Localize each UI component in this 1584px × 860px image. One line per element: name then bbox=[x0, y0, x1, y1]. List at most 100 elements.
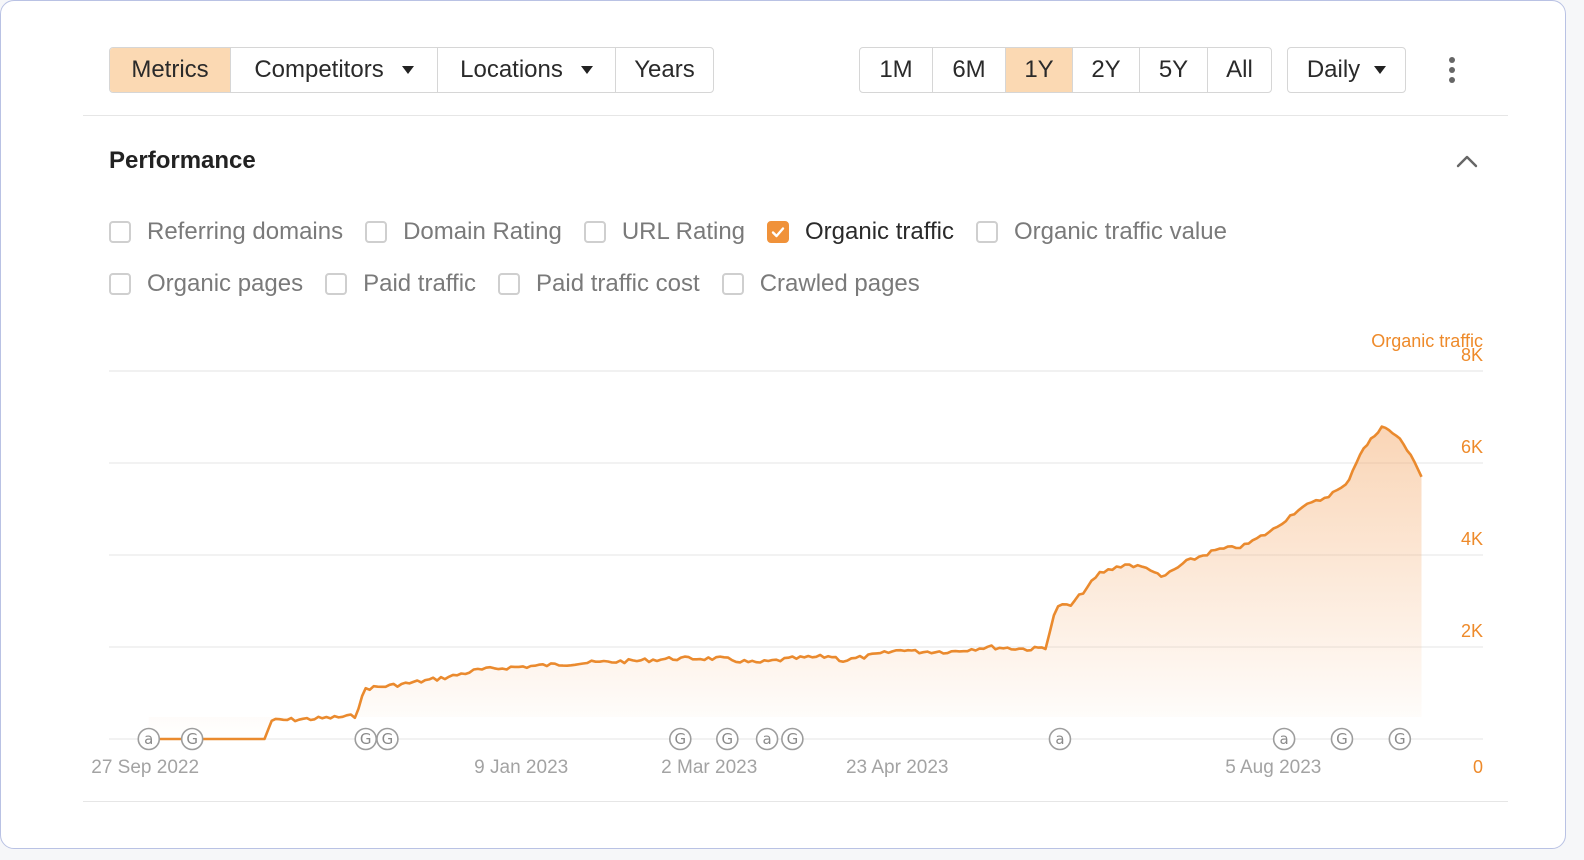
range-6m-button[interactable]: 6M bbox=[933, 48, 1006, 92]
marker-symbol: G bbox=[360, 730, 372, 748]
marker-symbol: G bbox=[1336, 730, 1348, 748]
kebab-dot bbox=[1449, 77, 1455, 83]
tab-label: Locations bbox=[460, 56, 563, 83]
google-update-marker: G bbox=[1388, 727, 1412, 751]
range-1m-button[interactable]: 1M bbox=[860, 48, 933, 92]
metric-label: Crawled pages bbox=[759, 270, 920, 297]
metric-options-row-1: Referring domains Domain Rating URL Rati… bbox=[109, 216, 1249, 248]
metric-url-rating[interactable]: URL Rating bbox=[583, 218, 746, 246]
tab-metrics[interactable]: Metrics bbox=[110, 48, 231, 92]
checkbox[interactable] bbox=[767, 221, 790, 243]
y-tick-label: 6K bbox=[1461, 437, 1483, 457]
marker-symbol: G bbox=[674, 730, 686, 748]
google-update-marker: G bbox=[376, 727, 399, 751]
google-update-marker: G bbox=[715, 727, 739, 751]
range-label: 2Y bbox=[1091, 56, 1121, 83]
metric-label: Organic pages bbox=[147, 270, 304, 297]
tab-years[interactable]: Years bbox=[616, 48, 713, 92]
range-label: 1Y bbox=[1024, 56, 1054, 83]
interval-dropdown[interactable]: Daily bbox=[1287, 47, 1406, 93]
y-tick-label: 2K bbox=[1461, 621, 1483, 641]
checkbox[interactable] bbox=[365, 221, 388, 243]
range-1y-button[interactable]: 1Y bbox=[1006, 48, 1073, 92]
caret-down-icon bbox=[1374, 66, 1387, 74]
google-update-marker: G bbox=[354, 727, 378, 751]
marker-symbol: a bbox=[144, 730, 153, 748]
caret-down-icon bbox=[580, 66, 593, 74]
marker-symbol: a bbox=[1280, 730, 1289, 748]
metric-paid-traffic[interactable]: Paid traffic bbox=[325, 270, 476, 298]
checkbox[interactable] bbox=[583, 221, 606, 243]
x-tick-label: 9 Jan 2023 bbox=[474, 757, 568, 778]
range-5y-button[interactable]: 5Y bbox=[1140, 48, 1208, 92]
x-tick-label: 23 Apr 2023 bbox=[846, 757, 948, 778]
range-label: 6M bbox=[952, 56, 986, 83]
metric-label: Domain Rating bbox=[403, 218, 562, 245]
series-area bbox=[148, 426, 1422, 739]
check-icon bbox=[771, 227, 785, 238]
y-tick-label: 4K bbox=[1461, 529, 1483, 549]
annotation-marker: a bbox=[1272, 727, 1296, 751]
range-2y-button[interactable]: 2Y bbox=[1073, 48, 1140, 92]
divider bbox=[83, 801, 1508, 802]
performance-card: Metrics Competitors Locations Years 1M 6… bbox=[0, 0, 1566, 849]
view-tabs: Metrics Competitors Locations Years bbox=[109, 47, 714, 93]
x-tick-label: 2 Mar 2023 bbox=[661, 757, 757, 778]
checkbox[interactable] bbox=[975, 221, 998, 243]
marker-symbol: a bbox=[1055, 730, 1064, 748]
metric-organic-traffic[interactable]: Organic traffic bbox=[767, 218, 954, 246]
x-tick-label: 27 Sep 2022 bbox=[91, 757, 199, 778]
chevron-up-icon[interactable] bbox=[1453, 149, 1481, 173]
range-label: All bbox=[1226, 56, 1253, 83]
marker-symbol: G bbox=[186, 730, 198, 748]
range-all-button[interactable]: All bbox=[1208, 48, 1271, 92]
metric-organic-pages[interactable]: Organic pages bbox=[109, 270, 303, 298]
kebab-dot bbox=[1449, 57, 1455, 63]
metric-crawled-pages[interactable]: Crawled pages bbox=[721, 270, 920, 298]
divider bbox=[83, 115, 1508, 116]
metric-domain-rating[interactable]: Domain Rating bbox=[365, 218, 562, 246]
google-update-marker: G bbox=[180, 727, 204, 751]
tab-label: Metrics bbox=[131, 56, 209, 83]
metric-label: Paid traffic cost bbox=[536, 270, 700, 297]
checkbox[interactable] bbox=[498, 273, 521, 295]
metric-label: URL Rating bbox=[621, 218, 746, 245]
tab-label: Competitors bbox=[254, 56, 384, 83]
organic-traffic-chart: aGGGGGaGaaGG 02K4K6K8KOrganic traffic27 … bbox=[91, 331, 1483, 778]
checkbox[interactable] bbox=[109, 221, 131, 243]
tab-competitors[interactable]: Competitors bbox=[231, 48, 438, 92]
marker-symbol: G bbox=[1394, 730, 1406, 748]
google-update-marker: G bbox=[781, 727, 804, 751]
marker-symbol: G bbox=[721, 730, 733, 748]
x-tick-label: 5 Aug 2023 bbox=[1225, 757, 1321, 778]
tab-locations[interactable]: Locations bbox=[438, 48, 616, 92]
google-update-marker: G bbox=[1330, 727, 1354, 751]
metric-label: Referring domains bbox=[147, 218, 344, 245]
annotation-marker: a bbox=[755, 727, 779, 751]
google-update-marker: G bbox=[668, 727, 692, 751]
metric-organic-traffic-value[interactable]: Organic traffic value bbox=[975, 218, 1227, 246]
section-title: Performance bbox=[109, 147, 256, 174]
y-tick-label: 0 bbox=[1473, 757, 1483, 777]
interval-label: Daily bbox=[1306, 56, 1361, 83]
metric-label: Paid traffic bbox=[363, 270, 477, 297]
caret-down-icon bbox=[401, 66, 414, 74]
range-label: 5Y bbox=[1158, 56, 1189, 83]
kebab-vertical-icon[interactable] bbox=[1441, 53, 1463, 87]
checkbox[interactable] bbox=[325, 273, 348, 295]
metric-label: Organic traffic value bbox=[1013, 218, 1227, 245]
date-range-selector: 1M 6M 1Y 2Y 5Y All bbox=[859, 47, 1272, 93]
checkbox[interactable] bbox=[109, 273, 131, 295]
metric-label: Organic traffic bbox=[805, 218, 954, 245]
metric-paid-traffic-cost[interactable]: Paid traffic cost bbox=[498, 270, 700, 298]
kebab-dot bbox=[1449, 67, 1455, 73]
metric-options-row-2: Organic pages Paid traffic Paid traffic … bbox=[109, 268, 942, 300]
marker-symbol: a bbox=[762, 730, 771, 748]
checkbox[interactable] bbox=[721, 273, 744, 295]
marker-symbol: G bbox=[382, 730, 394, 748]
metric-referring-domains[interactable]: Referring domains bbox=[109, 218, 343, 246]
annotation-marker: a bbox=[137, 727, 161, 751]
marker-symbol: G bbox=[787, 730, 799, 748]
range-label: 1M bbox=[879, 56, 913, 83]
annotation-marker: a bbox=[1048, 727, 1072, 751]
